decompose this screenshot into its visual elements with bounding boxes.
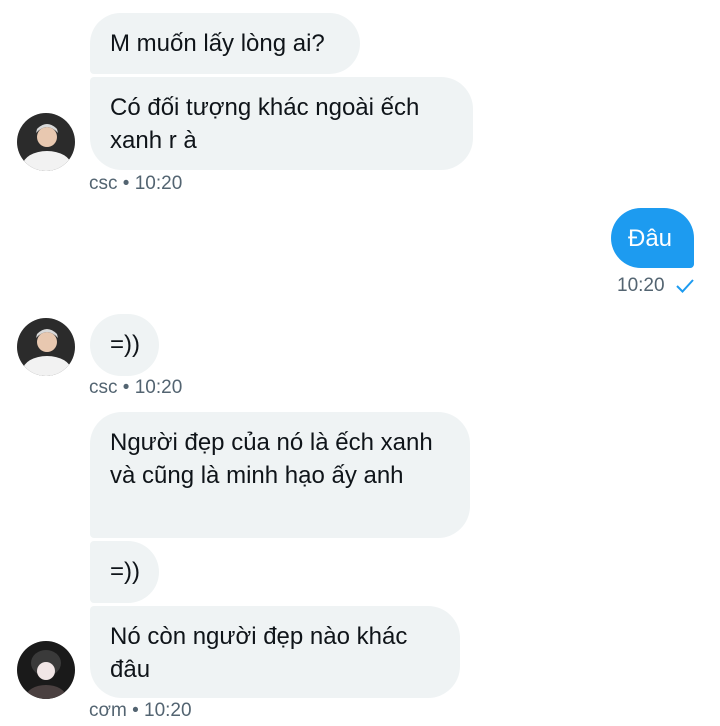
message-text: =)) <box>110 331 140 358</box>
message-text: Có đối tượng khác ngoài ếch xanh r à <box>110 94 420 154</box>
message-meta: csc • 10:20 <box>89 173 183 194</box>
avatar[interactable] <box>17 113 75 171</box>
message-text: Nó còn người đẹp nào khác đâu <box>110 623 408 683</box>
message-bubble[interactable]: Người đẹp của nó là ếch xanh và cũng là … <box>90 412 470 538</box>
message-bubble[interactable]: =)) <box>90 314 159 376</box>
message-bubble[interactable]: Có đối tượng khác ngoài ếch xanh r à <box>90 77 473 170</box>
message-text: M muốn lấy lòng ai? <box>110 30 325 57</box>
message-time: 10:20 <box>617 275 665 296</box>
message-text: =)) <box>110 558 140 585</box>
message-meta: csc • 10:20 <box>89 377 183 398</box>
message-bubble[interactable]: Nó còn người đẹp nào khác đâu <box>90 606 460 698</box>
user-avatar-icon <box>17 318 75 376</box>
avatar[interactable] <box>17 641 75 699</box>
message-text: Đâu <box>628 225 673 252</box>
message-meta: cơm • 10:20 <box>89 700 192 721</box>
user-avatar-icon <box>17 113 75 171</box>
check-icon <box>676 278 694 300</box>
message-bubble[interactable]: M muốn lấy lòng ai? <box>90 13 360 74</box>
message-text: Người đẹp của nó là ếch xanh và cũng là … <box>110 429 433 489</box>
avatar[interactable] <box>17 318 75 376</box>
message-meta: 10:20 <box>617 275 694 300</box>
user-avatar-icon <box>17 641 75 699</box>
message-bubble[interactable]: =)) <box>90 541 159 603</box>
message-bubble-outgoing[interactable]: Đâu <box>611 208 694 268</box>
